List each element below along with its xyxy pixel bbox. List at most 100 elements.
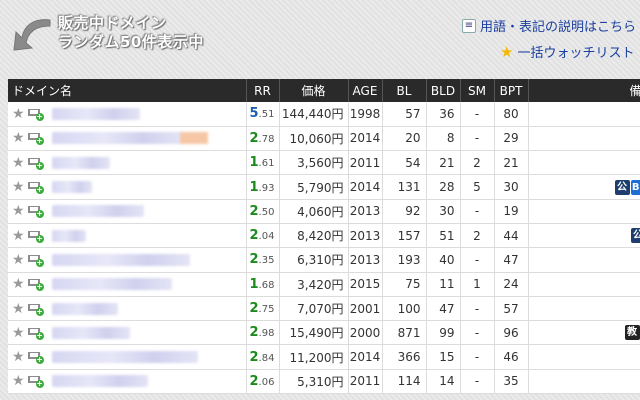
- rr-cell: 1.61: [246, 150, 280, 176]
- domain-name-blurred[interactable]: [51, 181, 92, 194]
- add-to-cart-icon[interactable]: +: [26, 229, 44, 243]
- add-to-cart-icon[interactable]: +: [26, 253, 44, 267]
- domain-name-blurred[interactable]: [51, 156, 110, 169]
- sm-cell: 5: [460, 174, 495, 200]
- sm-cell: -: [460, 344, 495, 370]
- watch-star-icon[interactable]: ★: [12, 228, 25, 244]
- table-row[interactable]: ★+2.504,060円20139230-19教: [8, 199, 640, 224]
- rr-decimal: .61: [258, 158, 275, 170]
- rr-main: 5: [249, 106, 259, 122]
- bpt-cell: 24: [494, 272, 529, 297]
- table-row[interactable]: ★+2.8411,200円201436615-46教: [8, 344, 640, 370]
- domain-name-blurred[interactable]: [51, 132, 182, 145]
- col-header-domain[interactable]: ドメイン名: [8, 79, 247, 102]
- col-header-remarks: 備考: [528, 79, 640, 102]
- domain-name-blurred[interactable]: [51, 302, 118, 315]
- domain-name-blurred-accent: [179, 132, 208, 145]
- domain-name-blurred[interactable]: [51, 253, 190, 266]
- bulk-watchlist-link[interactable]: ★ 一括ウォッチリスト: [500, 42, 634, 62]
- add-to-cart-icon[interactable]: +: [26, 107, 44, 121]
- add-to-cart-icon[interactable]: +: [26, 204, 44, 219]
- bld-cell: 51: [426, 223, 461, 249]
- table-row[interactable]: ★+2.356,310円201319340-47公: [8, 247, 640, 273]
- bpt-cell: 96: [494, 320, 529, 346]
- domain-name-cell: ★ +: [8, 150, 247, 176]
- add-to-cart-icon[interactable]: +: [26, 302, 44, 316]
- watch-star-icon[interactable]: ★: [12, 203, 25, 219]
- watch-star-icon[interactable]: ★: [12, 155, 25, 171]
- domain-name-blurred[interactable]: [51, 278, 172, 291]
- bl-cell: 20: [382, 126, 427, 152]
- watch-star-icon[interactable]: ★: [12, 325, 25, 341]
- price-cell: 15,490円: [279, 320, 349, 346]
- watch-star-icon[interactable]: ★: [12, 252, 25, 268]
- watch-star-icon[interactable]: ★: [12, 276, 25, 292]
- col-header-bl[interactable]: BL: [382, 79, 427, 102]
- col-header-rr[interactable]: RR: [246, 79, 280, 102]
- domain-name-cell: ★ +: [8, 369, 247, 395]
- col-header-bpt[interactable]: BPT: [494, 79, 529, 102]
- watch-star-icon[interactable]: ★: [12, 349, 25, 365]
- price-cell: 4,060円: [279, 199, 349, 224]
- col-header-sm[interactable]: SM: [460, 79, 495, 102]
- domain-name-blurred[interactable]: [51, 229, 86, 242]
- watchlist-link-label[interactable]: 一括ウォッチリスト: [517, 42, 634, 61]
- add-to-cart-icon[interactable]: +: [26, 326, 44, 340]
- rr-cell: 2.06: [246, 369, 280, 395]
- table-row[interactable]: ★ +2.06 5,310円 2011 114 14-35: [8, 369, 640, 395]
- rr-main: 2: [249, 228, 259, 244]
- table-row[interactable]: ★+2.048,420円201315751244公: [8, 223, 640, 249]
- sm-cell: -: [460, 247, 495, 273]
- price-cell: 5,790円: [279, 174, 349, 200]
- domain-name-blurred[interactable]: [51, 326, 130, 339]
- remark-badge: 公: [614, 179, 630, 195]
- table-row[interactable]: ★+2.7810,060円2014208-29教: [8, 126, 640, 152]
- table-row[interactable]: ★+2.9815,490円200087199-96教W: [8, 320, 640, 346]
- sm-cell: -: [460, 126, 495, 152]
- watch-star-icon[interactable]: ★: [12, 130, 25, 146]
- bpt-cell: 21: [494, 150, 529, 176]
- add-to-cart-icon[interactable]: +: [26, 350, 44, 365]
- add-to-cart-icon[interactable]: +: [26, 374, 44, 389]
- domain-name-blurred[interactable]: [51, 351, 198, 364]
- add-to-cart-icon[interactable]: +: [26, 156, 44, 170]
- age-cell: 2000: [348, 320, 383, 346]
- help-link[interactable]: ≡ 用語・表記の説明はこちら: [462, 16, 636, 35]
- table-row[interactable]: ★+2.757,070円200110047-57政: [8, 296, 640, 322]
- watch-star-icon[interactable]: ★: [12, 179, 25, 195]
- age-cell: 2014: [348, 174, 383, 200]
- bld-cell: 28: [426, 174, 461, 200]
- watch-star-icon[interactable]: ★: [12, 106, 25, 122]
- bpt-cell: 30: [494, 174, 529, 200]
- age-cell: 2011: [348, 150, 383, 176]
- bpt-cell: 29: [494, 126, 529, 152]
- col-header-age[interactable]: AGE: [348, 79, 383, 102]
- domain-name-blurred[interactable]: [51, 375, 148, 388]
- table-row[interactable]: ★+5.51144,440円19985736-80教: [8, 102, 640, 127]
- rr-decimal: .84: [258, 352, 275, 364]
- help-link-label[interactable]: 用語・表記の説明はこちら: [480, 16, 636, 35]
- watch-star-icon[interactable]: ★: [12, 373, 25, 389]
- col-header-bld[interactable]: BLD: [426, 79, 461, 102]
- col-header-price[interactable]: 価格: [279, 79, 349, 102]
- domain-name-cell: ★ +: [8, 247, 247, 273]
- table-row[interactable]: ★ +1.68 3,420円 2015 75 11 1 24: [8, 272, 640, 297]
- rr-cell: 2.98: [246, 320, 280, 346]
- price-cell: 10,060円: [279, 126, 349, 152]
- rr-decimal: .51: [258, 109, 275, 121]
- bpt-cell: 80: [494, 102, 529, 127]
- price-cell: 7,070円: [279, 296, 349, 322]
- add-to-cart-icon[interactable]: +: [26, 277, 44, 292]
- rr-main: 2: [249, 203, 259, 219]
- domain-name-cell: ★ +: [8, 126, 247, 152]
- table-row[interactable]: ★+1.935,790円201413128530公B!: [8, 174, 640, 200]
- table-row[interactable]: ★ +1.61 3,560円 2011 54 21 2 21: [8, 150, 640, 176]
- domain-name-blurred[interactable]: [51, 107, 140, 120]
- add-to-cart-icon[interactable]: +: [26, 180, 44, 195]
- watch-star-icon[interactable]: ★: [12, 301, 25, 317]
- domain-name-cell: ★ +: [8, 199, 247, 224]
- bl-cell: 366: [382, 344, 427, 370]
- back-arrow-icon[interactable]: [10, 14, 54, 58]
- domain-name-blurred[interactable]: [51, 205, 144, 218]
- add-to-cart-icon[interactable]: +: [26, 131, 44, 146]
